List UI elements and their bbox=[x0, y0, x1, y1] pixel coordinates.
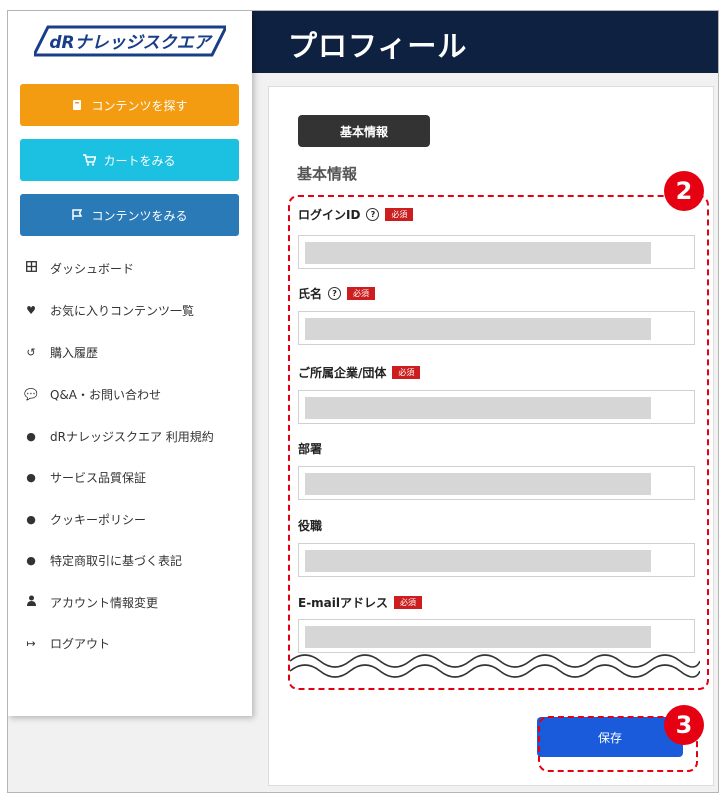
sidebar-item-qa[interactable]: 💬 Q&A・お問い合わせ bbox=[24, 384, 161, 404]
sidebar-item-label: ダッシュボード bbox=[50, 261, 135, 276]
heart-icon: ♥ bbox=[26, 303, 36, 317]
sidebar-item-label: サービス品質保証 bbox=[50, 470, 147, 485]
sidebar-item-purchase-history[interactable]: ↺ 購入履歴 bbox=[24, 342, 98, 362]
view-contents-label: コンテンツをみる bbox=[91, 208, 188, 223]
sidebar-item-favorites[interactable]: ♥ お気に入りコンテンツ一覧 bbox=[24, 300, 194, 320]
sidebar-item-dashboard[interactable]: ダッシュボード bbox=[24, 258, 134, 278]
user-icon bbox=[24, 595, 38, 609]
tab-basic-info[interactable]: 基本情報 bbox=[298, 115, 430, 147]
sidebar-item-terms[interactable]: ● dRナレッジスクエア 利用規約 bbox=[24, 426, 214, 446]
chat-icon: 💬 bbox=[24, 387, 38, 401]
info-icon: ● bbox=[26, 429, 36, 443]
sidebar-item-label: 購入履歴 bbox=[50, 345, 99, 360]
section-title: 基本情報 bbox=[297, 165, 358, 183]
info-icon: ● bbox=[26, 553, 36, 567]
info-icon: ● bbox=[26, 512, 36, 526]
sidebar-item-quality[interactable]: ● サービス品質保証 bbox=[24, 467, 146, 487]
sidebar-item-cookie[interactable]: ● クッキーポリシー bbox=[24, 509, 146, 529]
sidebar-item-label: dRナレッジスクエア 利用規約 bbox=[50, 429, 214, 444]
info-icon: ● bbox=[26, 470, 36, 484]
sidebar-item-label: Q&A・お問い合わせ bbox=[50, 387, 162, 402]
cart-icon bbox=[83, 154, 98, 166]
annotation-badge-3: 3 bbox=[664, 705, 704, 745]
page-header: プロフィール bbox=[252, 11, 718, 73]
sidebar-item-label: お気に入りコンテンツ一覧 bbox=[50, 303, 195, 318]
book-icon bbox=[71, 99, 83, 111]
browse-contents-button[interactable]: コンテンツを探す bbox=[20, 84, 239, 126]
browse-contents-label: コンテンツを探す bbox=[91, 98, 188, 113]
sidebar-item-commerce-law[interactable]: ● 特定商取引に基づく表記 bbox=[24, 550, 182, 570]
brand-logo[interactable]: dRナレッジスクエア bbox=[34, 25, 226, 57]
flag-icon bbox=[71, 209, 83, 221]
sidebar: dRナレッジスクエア コンテンツを探す カートをみる コンテンツをみる ダッシュ… bbox=[8, 11, 252, 716]
logo-text: dRナレッジスクエア bbox=[49, 33, 213, 53]
page-title: プロフィール bbox=[288, 29, 468, 63]
sidebar-item-account[interactable]: アカウント情報変更 bbox=[24, 592, 158, 612]
annotation-box-form bbox=[288, 195, 709, 690]
sidebar-item-label: クッキーポリシー bbox=[50, 512, 147, 527]
grid-icon bbox=[24, 261, 38, 275]
annotation-badge-2: 2 bbox=[664, 171, 704, 211]
sidebar-item-label: 特定商取引に基づく表記 bbox=[50, 553, 183, 568]
sidebar-item-label: ログアウト bbox=[50, 636, 111, 651]
logout-icon: ↦ bbox=[26, 636, 36, 650]
history-icon: ↺ bbox=[26, 345, 36, 359]
sidebar-item-logout[interactable]: ↦ ログアウト bbox=[24, 633, 110, 653]
view-contents-button[interactable]: コンテンツをみる bbox=[20, 194, 239, 236]
view-cart-label: カートをみる bbox=[103, 153, 176, 168]
sidebar-item-label: アカウント情報変更 bbox=[50, 595, 159, 610]
view-cart-button[interactable]: カートをみる bbox=[20, 139, 239, 181]
